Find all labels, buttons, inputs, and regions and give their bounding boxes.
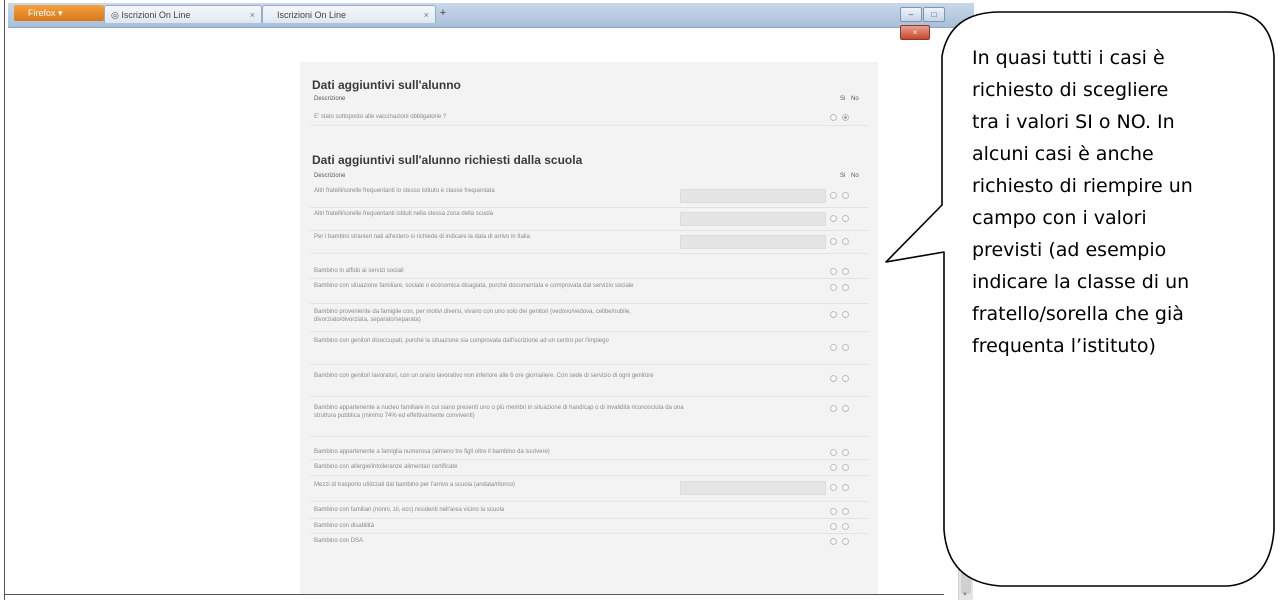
callout-text: In quasi tutti i casi è richiesto di sce… <box>972 42 1274 362</box>
callout-line: tra i valori SI o NO. In <box>972 111 1175 133</box>
callout-line: richiesto di riempire un <box>972 175 1193 197</box>
callout-line: fratello/sorella che già <box>972 303 1184 325</box>
callout-line: campo con i valori <box>972 207 1147 229</box>
callout-line: previsti (ad esempio <box>972 239 1167 261</box>
callout-line: frequenta l’istituto) <box>972 335 1156 357</box>
callout-line: richiesto di scegliere <box>972 79 1169 101</box>
callout-line: In quasi tutti i casi è <box>972 47 1165 69</box>
callout-line: alcuni casi è anche <box>972 143 1154 165</box>
callout-line: indicare la classe di un <box>972 271 1190 293</box>
